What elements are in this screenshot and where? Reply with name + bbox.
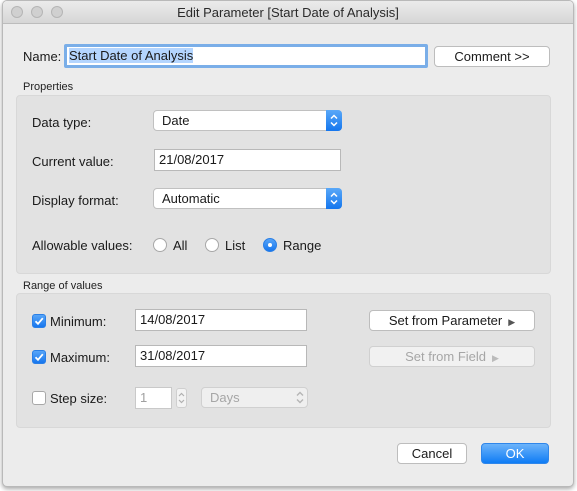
name-label: Name:	[23, 49, 62, 64]
maximum-checkbox[interactable]	[32, 350, 46, 364]
display-format-label: Display format:	[32, 193, 119, 208]
chevron-updown-icon	[326, 188, 342, 209]
step-size-field[interactable]: 1	[135, 387, 172, 409]
set-from-parameter-button[interactable]: Set from Parameter ▶	[369, 310, 535, 331]
chevron-updown-icon	[326, 110, 342, 131]
data-type-value: Date	[162, 113, 190, 128]
minimum-field[interactable]: 14/08/2017	[135, 309, 307, 331]
set-from-parameter-label: Set from Parameter	[388, 313, 503, 328]
step-unit-select[interactable]: Days	[201, 387, 308, 408]
checkmark-icon	[34, 317, 44, 326]
maximum-field[interactable]: 31/08/2017	[135, 345, 307, 367]
radio-all-label[interactable]: All	[173, 238, 187, 253]
step-size-stepper[interactable]	[176, 388, 187, 408]
cancel-button[interactable]: Cancel	[397, 443, 467, 464]
triangle-right-icon: ▶	[492, 353, 499, 363]
set-from-field-button[interactable]: Set from Field ▶	[369, 346, 535, 367]
allowable-values-label: Allowable values:	[32, 238, 133, 253]
step-size-label: Step size:	[50, 391, 108, 406]
name-field-value: Start Date of Analysis	[69, 48, 194, 63]
maximum-label: Maximum:	[50, 350, 110, 365]
radio-list-label[interactable]: List	[225, 238, 245, 253]
current-value-label: Current value:	[32, 154, 114, 169]
properties-section-title: Properties	[23, 81, 74, 93]
step-unit-value: Days	[210, 390, 240, 405]
triangle-right-icon: ▶	[508, 317, 516, 327]
radio-list[interactable]	[205, 238, 219, 252]
data-type-label: Data type:	[32, 115, 92, 130]
current-value-field[interactable]: 21/08/2017	[154, 149, 341, 171]
radio-range-label[interactable]: Range	[283, 238, 321, 253]
name-field[interactable]: Start Date of Analysis	[64, 44, 428, 68]
range-section-title: Range of values	[23, 280, 103, 292]
display-format-value: Automatic	[162, 191, 220, 206]
chevron-updown-icon	[292, 387, 308, 408]
radio-all[interactable]	[153, 238, 167, 252]
title-bar: Edit Parameter [Start Date of Analysis]	[3, 1, 573, 24]
radio-range[interactable]	[263, 238, 277, 252]
display-format-select[interactable]: Automatic	[153, 188, 342, 209]
data-type-select[interactable]: Date	[153, 110, 342, 131]
window-title: Edit Parameter [Start Date of Analysis]	[177, 5, 399, 20]
set-from-field-label: Set from Field	[405, 349, 486, 364]
minimum-label: Minimum:	[50, 314, 107, 329]
chevron-updown-icon	[178, 392, 185, 404]
ok-button[interactable]: OK	[481, 443, 549, 464]
edit-parameter-dialog: Edit Parameter [Start Date of Analysis] …	[2, 0, 574, 487]
checkmark-icon	[34, 353, 44, 362]
comment-button[interactable]: Comment >>	[434, 46, 550, 67]
step-size-checkbox[interactable]	[32, 391, 46, 405]
minimum-checkbox[interactable]	[32, 314, 46, 328]
